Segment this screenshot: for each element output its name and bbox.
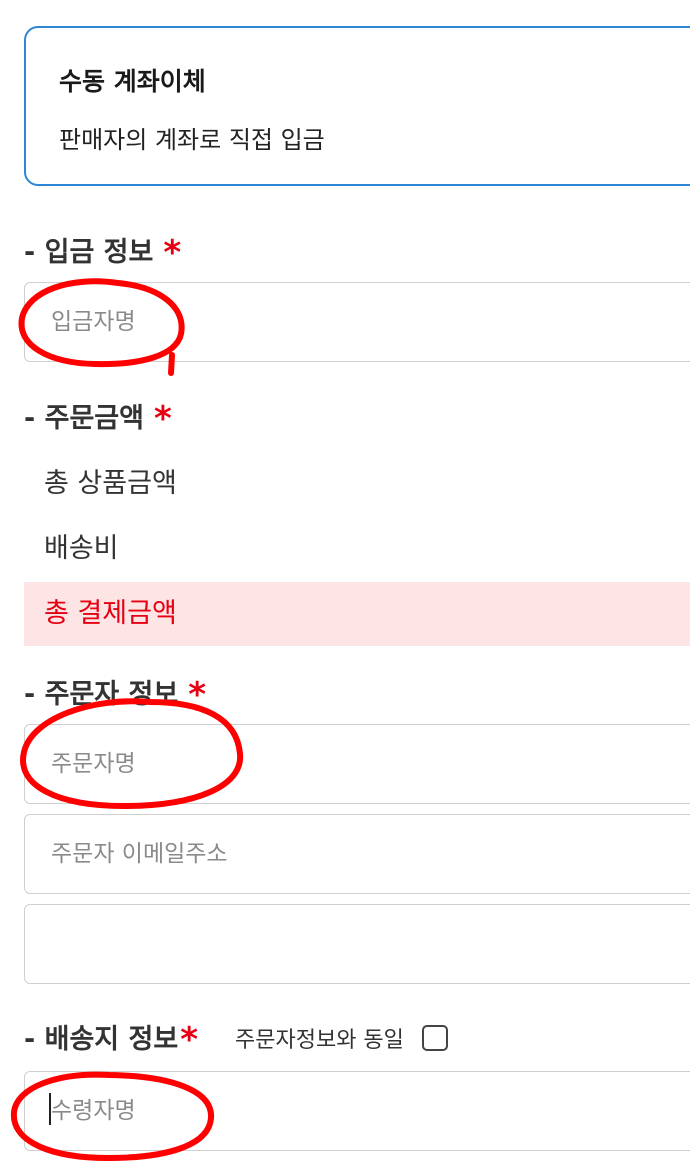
shipping-fee-label: 배송비 — [44, 533, 119, 564]
total-amount-label: 총 결제금액 — [44, 598, 177, 629]
recipient-name-field[interactable] — [24, 1071, 690, 1151]
shipping-fee-row: 배송비 — [24, 517, 690, 581]
deposit-info-heading: - 입금 정보 * — [24, 230, 182, 273]
depositor-name-input[interactable] — [25, 283, 690, 361]
required-mark: * — [180, 1020, 198, 1060]
orderer-extra-input[interactable] — [25, 905, 690, 983]
subtotal-row: 총 상품금액 — [24, 452, 690, 516]
orderer-email-input[interactable] — [25, 815, 690, 893]
required-mark: * — [188, 675, 206, 715]
deposit-info-title: - 입금 정보 — [24, 237, 154, 268]
orderer-name-input[interactable] — [25, 725, 690, 803]
checkout-page: 수동 계좌이체 판매자의 계좌로 직접 입금 - 입금 정보* - 주문금액* … — [0, 0, 690, 1162]
orderer-info-title: - 주문자 정보 — [24, 679, 179, 710]
required-mark: * — [163, 233, 182, 273]
orderer-extra-field[interactable] — [24, 904, 690, 984]
same-as-orderer-checkbox[interactable] — [422, 1025, 448, 1051]
orderer-info-heading: - 주문자 정보 * — [24, 672, 206, 715]
required-mark: * — [153, 399, 172, 439]
order-amount-heading: - 주문금액 * — [24, 396, 172, 439]
shipping-info-title: - 배송지 정보 — [24, 1024, 179, 1055]
subtotal-label: 총 상품금액 — [44, 468, 177, 499]
depositor-name-field[interactable] — [24, 282, 690, 362]
payment-method-title: 수동 계좌이체 — [59, 67, 206, 96]
orderer-email-field[interactable] — [24, 814, 690, 894]
payment-method-card[interactable]: 수동 계좌이체 판매자의 계좌로 직접 입금 — [24, 26, 690, 186]
payment-method-description: 판매자의 계좌로 직접 입금 — [59, 126, 325, 154]
orderer-name-field[interactable] — [24, 724, 690, 804]
text-cursor — [49, 1093, 51, 1125]
recipient-name-input[interactable] — [25, 1072, 690, 1150]
same-as-orderer-label[interactable]: 주문자정보와 동일 — [235, 1022, 404, 1054]
shipping-info-heading: - 배송지 정보* — [24, 1017, 198, 1060]
order-amount-title: - 주문금액 — [24, 403, 144, 434]
total-amount-row: 총 결제금액 — [24, 582, 690, 646]
